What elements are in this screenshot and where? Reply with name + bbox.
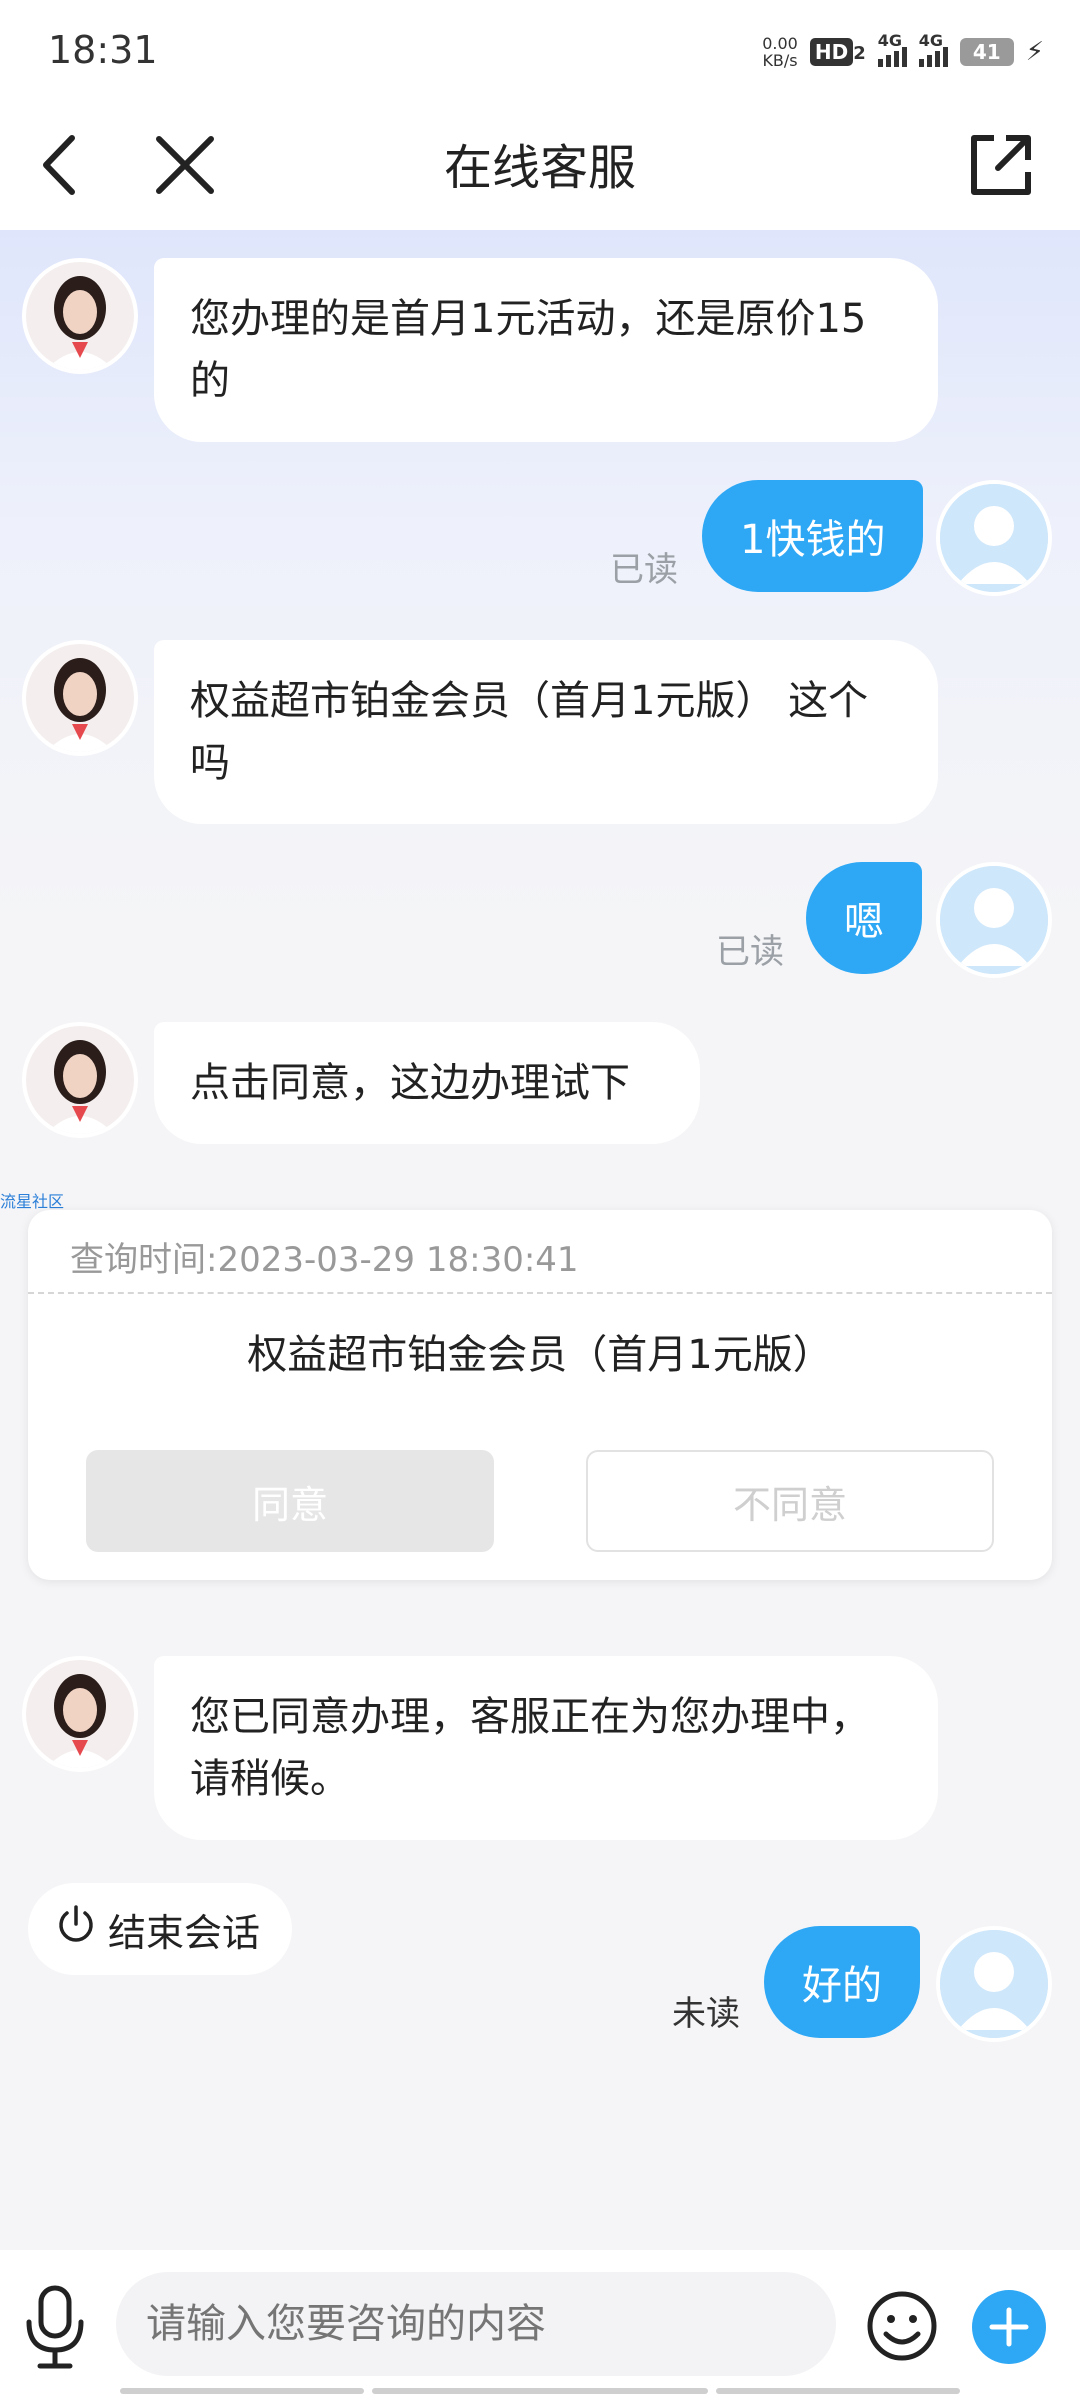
product-name: 权益超市铂金会员（首月1元版） bbox=[247, 1332, 833, 1378]
user-message: 好的 bbox=[764, 1926, 920, 2038]
user-message: 1快钱的 bbox=[702, 480, 924, 592]
agent-message: 您办理的是首月1元活动，还是原价15的 bbox=[154, 258, 938, 442]
signal-icon: 4G bbox=[918, 31, 948, 67]
agent-message: 点击同意，这边办理试下 bbox=[154, 1022, 700, 1144]
unread-status: 未读 bbox=[672, 1994, 740, 2034]
net-speed: 0.00 KB/s bbox=[762, 34, 798, 70]
end-session-label: 结束会话 bbox=[108, 1910, 261, 1955]
agent-avatar bbox=[22, 258, 138, 374]
emoji-icon[interactable] bbox=[866, 2290, 938, 2362]
read-status: 已读 bbox=[716, 932, 784, 972]
user-avatar bbox=[936, 480, 1052, 596]
agent-message: 您已同意办理，客服正在为您办理中，请稍候。 bbox=[154, 1656, 938, 1840]
microphone-icon[interactable] bbox=[20, 2282, 90, 2372]
query-time: 查询时间:2023-03-29 18:30:41 bbox=[70, 1240, 579, 1280]
read-status: 已读 bbox=[610, 550, 678, 590]
header: 在线客服 bbox=[0, 100, 1080, 230]
power-icon bbox=[56, 1904, 96, 1955]
message-input[interactable] bbox=[116, 2272, 836, 2376]
end-session-button[interactable]: 结束会话 bbox=[28, 1883, 292, 1975]
nav-indicator bbox=[120, 2388, 364, 2394]
agent-avatar bbox=[22, 640, 138, 756]
nav-indicator bbox=[716, 2388, 960, 2394]
agent-avatar bbox=[22, 1656, 138, 1772]
agent-message: 权益超市铂金会员（首月1元版） 这个吗 bbox=[154, 640, 938, 824]
divider bbox=[28, 1292, 1052, 1294]
status-bar: 18:31 0.00 KB/s HD 2 4G 4G 41 ⚡ bbox=[0, 0, 1080, 100]
user-avatar bbox=[936, 1926, 1052, 2042]
agree-button[interactable]: 同意 bbox=[86, 1450, 494, 1552]
agent-avatar bbox=[22, 1022, 138, 1138]
user-message: 嗯 bbox=[806, 862, 922, 974]
hd-icon: HD 2 bbox=[809, 38, 866, 66]
add-icon[interactable] bbox=[972, 2290, 1046, 2364]
battery-icon: 41 bbox=[959, 38, 1014, 66]
nav-indicator bbox=[372, 2388, 708, 2394]
page-title: 在线客服 bbox=[443, 140, 636, 196]
signal-icon: 4G bbox=[877, 31, 907, 67]
status-icons: 0.00 KB/s HD 2 4G 4G 41 ⚡ bbox=[762, 30, 1044, 74]
confirm-card: 查询时间:2023-03-29 18:30:41 权益超市铂金会员（首月1元版）… bbox=[28, 1210, 1052, 1580]
status-time: 18:31 bbox=[48, 28, 158, 72]
watermark: 流星社区 bbox=[0, 1192, 65, 1211]
share-icon[interactable] bbox=[956, 120, 1046, 210]
input-bar bbox=[0, 2250, 1080, 2400]
user-avatar bbox=[936, 862, 1052, 978]
disagree-button[interactable]: 不同意 bbox=[586, 1450, 994, 1552]
charging-icon: ⚡ bbox=[1025, 37, 1044, 67]
